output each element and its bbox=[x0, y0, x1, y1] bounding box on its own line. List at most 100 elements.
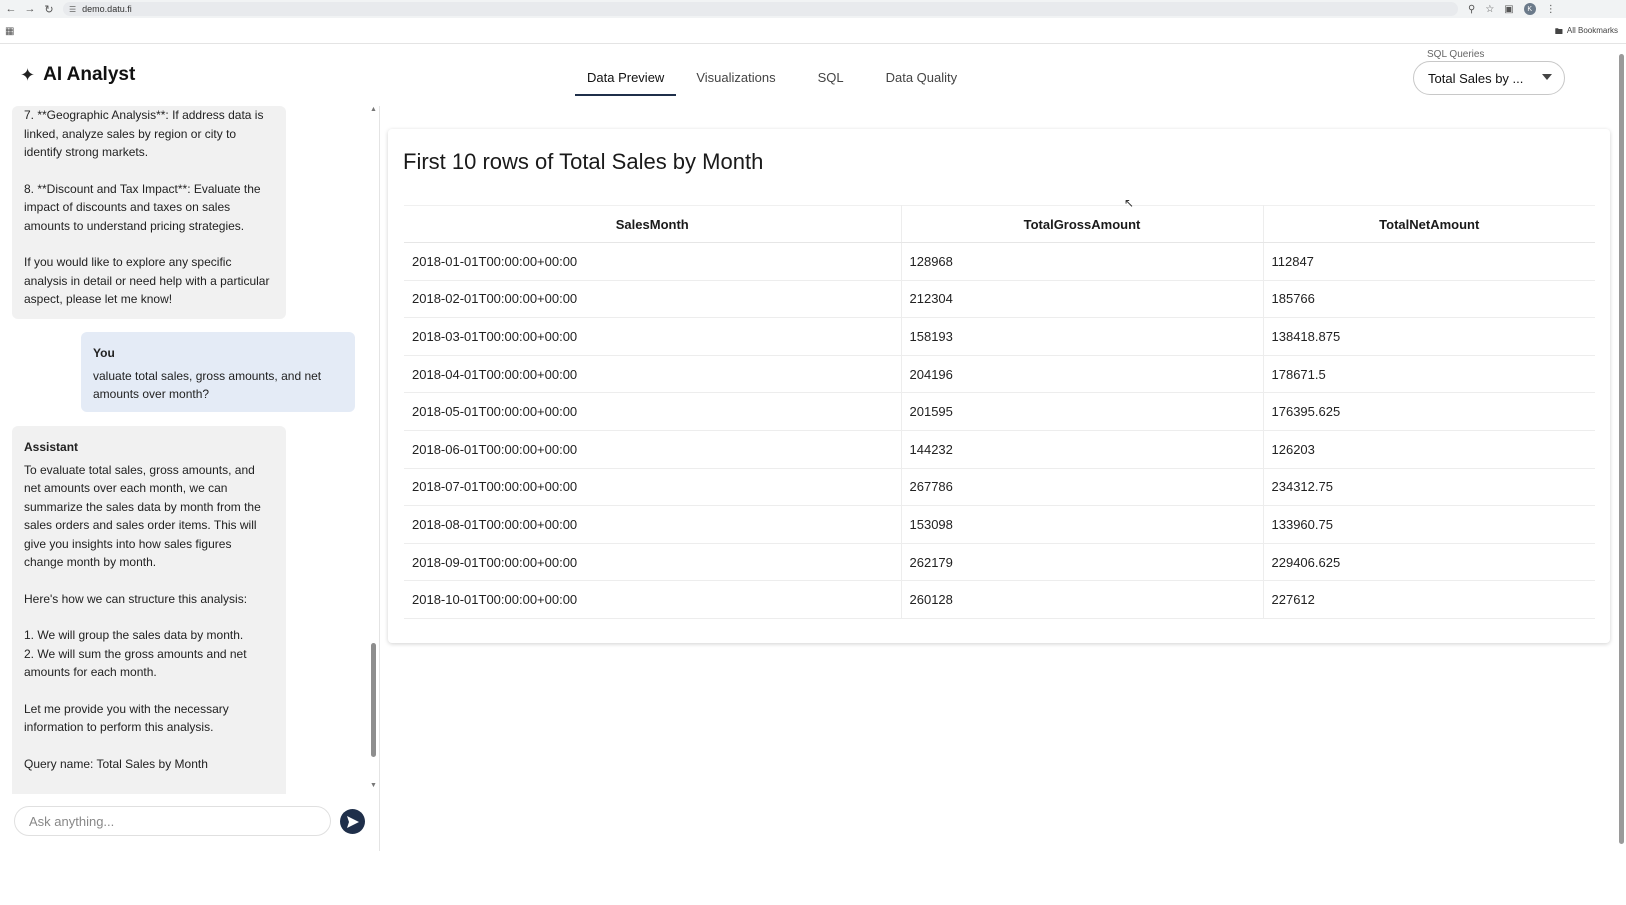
table-row: 2018-09-01T00:00:00+00:00 262179 229406.62… bbox=[404, 543, 1595, 582]
message-paragraph: 7. **Geographic Analysis**: If address d… bbox=[24, 108, 264, 159]
browser-actions: ⚲ ☆ ▣ K ⋮ bbox=[1468, 3, 1556, 15]
tab-data-preview[interactable]: Data Preview bbox=[575, 62, 677, 96]
message-paragraph: 8. **Discount and Tax Impact**: Evaluate… bbox=[24, 181, 261, 233]
chat-scroll-thumb[interactable] bbox=[371, 643, 376, 757]
chat-scrollbar[interactable]: ▲ ▼ bbox=[370, 106, 378, 794]
table-cell: 201595 bbox=[901, 392, 1264, 431]
table-cell: 234312.75 bbox=[1263, 468, 1595, 507]
table-cell: 2018-06-01T00:00:00+00:00 bbox=[404, 430, 902, 469]
table-cell: 229406.625 bbox=[1263, 543, 1595, 582]
star-icon[interactable]: ☆ bbox=[1485, 4, 1494, 15]
sql-select-label: SQL Queries bbox=[1423, 49, 1489, 60]
profile-avatar[interactable]: K bbox=[1523, 3, 1536, 15]
preview-table: SalesMonth TotalGrossAmount TotalNetAmou… bbox=[404, 205, 1595, 619]
user-message: You valuate total sales, gross amounts, … bbox=[81, 332, 355, 412]
table-cell: 178671.5 bbox=[1263, 355, 1595, 394]
table-cell: 144232 bbox=[901, 430, 1264, 469]
sparkle-icon: ✦ bbox=[20, 64, 36, 85]
table-cell: 185766 bbox=[1263, 280, 1595, 319]
chat-input-row bbox=[0, 798, 380, 851]
preview-title: First 10 rows of Total Sales by Month bbox=[403, 149, 764, 174]
table-cell: 2018-10-01T00:00:00+00:00 bbox=[404, 580, 902, 619]
message-paragraph: To evaluate total sales, gross amounts, … bbox=[24, 462, 261, 570]
message-text: valuate total sales, gross amounts, and … bbox=[93, 368, 322, 402]
table-cell: 262179 bbox=[901, 543, 1264, 582]
all-bookmarks-button[interactable]: 🖿 All Bookmarks bbox=[1555, 26, 1618, 40]
table-cell: 128968 bbox=[901, 242, 1264, 281]
table-cell: 267786 bbox=[901, 468, 1264, 507]
table-row: 2018-05-01T00:00:00+00:00 201595 176395.62… bbox=[404, 392, 1595, 431]
app-title: AI Analyst bbox=[43, 64, 136, 85]
table-cell: 126203 bbox=[1263, 430, 1595, 469]
url-text: demo.datu.fi bbox=[82, 4, 132, 14]
table-cell: 138418.875 bbox=[1263, 317, 1595, 356]
table-row: 2018-02-01T00:00:00+00:00 212304 185766 bbox=[404, 280, 1595, 319]
table-cell: 176395.625 bbox=[1263, 392, 1595, 431]
table-cell: 2018-05-01T00:00:00+00:00 bbox=[404, 392, 902, 431]
table-cell: 153098 bbox=[901, 505, 1264, 544]
assistant-message: Assistant To evaluate total sales, gross… bbox=[12, 426, 286, 794]
scroll-down-icon[interactable]: ▼ bbox=[370, 782, 377, 789]
table-row: 2018-04-01T00:00:00+00:00 204196 178671.5 bbox=[404, 355, 1595, 394]
table-cell: 2018-09-01T00:00:00+00:00 bbox=[404, 543, 902, 582]
send-icon bbox=[346, 815, 359, 828]
back-icon[interactable]: ← bbox=[3, 1, 19, 17]
view-tabs: Data Preview Visualizations SQL Data Qua… bbox=[575, 62, 977, 96]
table-cell: 2018-04-01T00:00:00+00:00 bbox=[404, 355, 902, 394]
message-paragraph: Let me provide you with the necessary in… bbox=[24, 701, 229, 735]
page-scroll-thumb[interactable] bbox=[1619, 54, 1624, 844]
apps-grid-icon[interactable]: ▦ bbox=[5, 26, 14, 37]
message-paragraph: 1. We will group the sales data by month… bbox=[24, 628, 247, 679]
tab-sql[interactable]: SQL bbox=[806, 62, 856, 96]
address-bar[interactable]: ☰ demo.datu.fi bbox=[63, 2, 1458, 16]
table-row: 2018-10-01T00:00:00+00:00 260128 227612 bbox=[404, 580, 1595, 619]
table-row: 2018-08-01T00:00:00+00:00 153098 133960.75 bbox=[404, 505, 1595, 544]
caret-down-icon bbox=[1542, 74, 1552, 80]
tab-data-quality[interactable]: Data Quality bbox=[874, 62, 970, 96]
table-cell: 2018-07-01T00:00:00+00:00 bbox=[404, 468, 902, 507]
table-header-row: SalesMonth TotalGrossAmount TotalNetAmou… bbox=[404, 205, 1595, 243]
zoom-icon[interactable]: ⚲ bbox=[1468, 4, 1475, 15]
column-header[interactable]: TotalNetAmount bbox=[1263, 205, 1595, 243]
page-footer-space bbox=[0, 851, 1626, 905]
message-author: You bbox=[93, 346, 115, 360]
table-cell: 112847 bbox=[1263, 242, 1595, 281]
bookmarks-bar: ▦ 🖿 All Bookmarks bbox=[0, 18, 1626, 44]
message-paragraph: If you would like to explore any specifi… bbox=[24, 255, 270, 306]
table-cell: 2018-01-01T00:00:00+00:00 bbox=[404, 242, 902, 281]
page-scrollbar[interactable] bbox=[1618, 44, 1625, 850]
table-cell: 212304 bbox=[901, 280, 1264, 319]
chat-input[interactable] bbox=[14, 806, 331, 836]
folder-icon: 🖿 bbox=[1554, 27, 1563, 36]
reload-icon[interactable]: ↻ bbox=[41, 1, 57, 17]
site-info-icon[interactable]: ☰ bbox=[69, 5, 76, 14]
menu-icon[interactable]: ⋮ bbox=[1546, 4, 1556, 15]
all-bookmarks-label: All Bookmarks bbox=[1566, 26, 1618, 35]
send-button[interactable] bbox=[340, 809, 365, 834]
sql-queries-select[interactable]: Total Sales by ... bbox=[1413, 61, 1565, 95]
column-header[interactable]: SalesMonth bbox=[404, 205, 902, 243]
table-row: 2018-06-01T00:00:00+00:00 144232 126203 bbox=[404, 430, 1595, 469]
table-row: 2018-07-01T00:00:00+00:00 267786 234312.75 bbox=[404, 468, 1595, 507]
assistant-message: 7. **Geographic Analysis**: If address d… bbox=[12, 106, 286, 319]
browser-toolbar: ← → ↻ ☰ demo.datu.fi ⚲ ☆ ▣ K ⋮ bbox=[0, 0, 1626, 18]
message-paragraph: Query name: Total Sales by Month bbox=[24, 756, 208, 771]
message-paragraph: Here's how we can structure this analysi… bbox=[24, 591, 248, 606]
table-row: 2018-03-01T00:00:00+00:00 158193 138418.87… bbox=[404, 317, 1595, 356]
table-cell: 2018-08-01T00:00:00+00:00 bbox=[404, 505, 902, 544]
scroll-up-icon[interactable]: ▲ bbox=[370, 106, 377, 113]
table-cell: 204196 bbox=[901, 355, 1264, 394]
tab-visualizations[interactable]: Visualizations bbox=[684, 62, 787, 96]
mouse-cursor-icon: ↖ bbox=[1124, 196, 1135, 210]
forward-icon[interactable]: → bbox=[22, 1, 38, 17]
app-header: ✦ AI Analyst Data Preview Visualizations… bbox=[0, 44, 1612, 106]
table-cell: 133960.75 bbox=[1263, 505, 1595, 544]
data-preview-card: First 10 rows of Total Sales by Month Sa… bbox=[388, 129, 1610, 643]
table-cell: 227612 bbox=[1263, 580, 1595, 619]
chat-history[interactable]: 7. **Geographic Analysis**: If address d… bbox=[0, 106, 380, 794]
table-row: 2018-01-01T00:00:00+00:00 128968 112847 bbox=[404, 242, 1595, 281]
column-header[interactable]: TotalGrossAmount bbox=[901, 205, 1264, 243]
brand: ✦ AI Analyst bbox=[20, 64, 135, 86]
table-cell: 260128 bbox=[901, 580, 1264, 619]
extensions-icon[interactable]: ▣ bbox=[1504, 4, 1513, 15]
